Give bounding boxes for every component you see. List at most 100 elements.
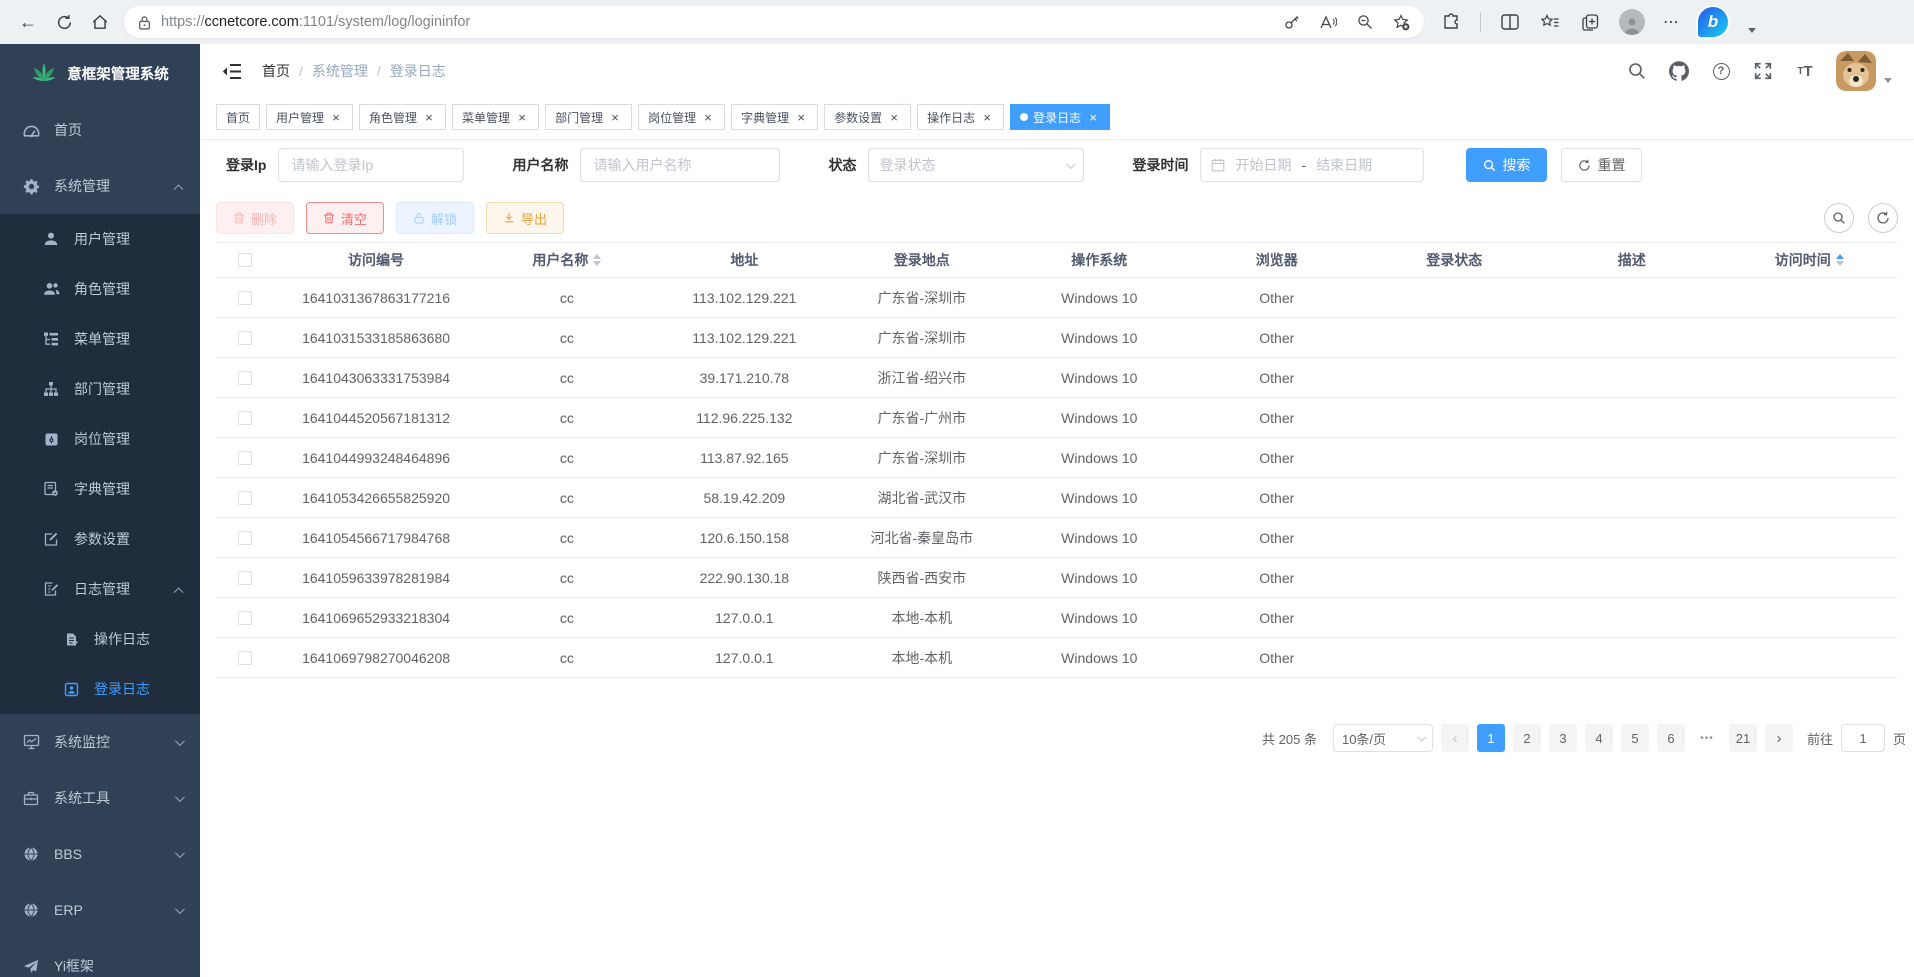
- sidebar-item-user-mgmt[interactable]: 用户管理: [0, 214, 200, 264]
- search-button[interactable]: 搜索: [1466, 148, 1547, 182]
- table-row[interactable]: 1641069798270046208 cc 127.0.0.1 本地-本机 W…: [216, 638, 1898, 678]
- sidebar-item-erp[interactable]: ERP: [0, 882, 200, 938]
- copilot-caret-icon[interactable]: [1748, 28, 1756, 33]
- app-logo[interactable]: 意框架管理系统: [0, 44, 200, 102]
- fullscreen-icon[interactable]: [1752, 60, 1774, 82]
- user-name-input[interactable]: [580, 148, 780, 182]
- sort-carets-icon[interactable]: [1836, 254, 1844, 266]
- refresh-table-button[interactable]: [1868, 203, 1898, 233]
- sidebar-item-post-mgmt[interactable]: 岗位管理: [0, 414, 200, 464]
- sidebar-item-system-tools[interactable]: 系统工具: [0, 770, 200, 826]
- clear-button[interactable]: 清空: [306, 202, 384, 234]
- breadcrumb-home[interactable]: 首页: [262, 61, 290, 81]
- zoom-out-icon[interactable]: [1357, 14, 1373, 30]
- user-avatar[interactable]: [1836, 51, 1876, 91]
- browser-home-button[interactable]: [84, 6, 116, 38]
- tab-user-mgmt[interactable]: 用户管理×: [266, 104, 353, 130]
- favorite-star-icon[interactable]: [1393, 14, 1410, 31]
- page-button-2[interactable]: 2: [1513, 724, 1541, 752]
- lock-icon[interactable]: [138, 15, 151, 30]
- page-button-4[interactable]: 4: [1585, 724, 1613, 752]
- page-size-select[interactable]: 10条/页: [1333, 724, 1433, 752]
- more-pages-icon[interactable]: •••: [1693, 724, 1721, 752]
- sort-carets-icon[interactable]: [593, 254, 601, 266]
- tab-home[interactable]: 首页: [216, 104, 260, 130]
- row-checkbox[interactable]: [238, 371, 252, 385]
- row-checkbox[interactable]: [238, 331, 252, 345]
- sidebar-item-dept-mgmt[interactable]: 部门管理: [0, 364, 200, 414]
- page-button-6[interactable]: 6: [1657, 724, 1685, 752]
- row-checkbox[interactable]: [238, 611, 252, 625]
- row-checkbox[interactable]: [238, 451, 252, 465]
- github-icon[interactable]: [1668, 60, 1690, 82]
- tab-dept-mgmt[interactable]: 部门管理×: [545, 104, 632, 130]
- goto-page-input[interactable]: [1841, 724, 1885, 752]
- table-row[interactable]: 1641053426655825920 cc 58.19.42.209 湖北省-…: [216, 478, 1898, 518]
- close-icon[interactable]: ×: [980, 110, 994, 124]
- row-checkbox[interactable]: [238, 531, 252, 545]
- table-row[interactable]: 1641044520567181312 cc 112.96.225.132 广东…: [216, 398, 1898, 438]
- password-key-icon[interactable]: [1284, 14, 1300, 30]
- close-icon[interactable]: ×: [608, 110, 622, 124]
- page-button-3[interactable]: 3: [1549, 724, 1577, 752]
- close-icon[interactable]: ×: [701, 110, 715, 124]
- browser-settings-more-icon[interactable]: ⋯: [1663, 12, 1680, 32]
- sidebar-item-home[interactable]: 首页: [0, 102, 200, 158]
- row-checkbox[interactable]: [238, 651, 252, 665]
- tab-role-mgmt[interactable]: 角色管理×: [359, 104, 446, 130]
- close-icon[interactable]: ×: [1086, 110, 1100, 124]
- browser-back-button[interactable]: ←: [12, 6, 44, 38]
- table-row[interactable]: 1641044993248464896 cc 113.87.92.165 广东省…: [216, 438, 1898, 478]
- row-checkbox[interactable]: [238, 571, 252, 585]
- sidebar-item-role-mgmt[interactable]: 角色管理: [0, 264, 200, 314]
- table-row[interactable]: 1641031367863177216 cc 113.102.129.221 广…: [216, 278, 1898, 318]
- browser-profile-avatar[interactable]: [1619, 9, 1645, 35]
- sidebar-item-menu-mgmt[interactable]: 菜单管理: [0, 314, 200, 364]
- table-row[interactable]: 1641059633978281984 cc 222.90.130.18 陕西省…: [216, 558, 1898, 598]
- read-aloud-icon[interactable]: [1320, 15, 1337, 30]
- sidebar-item-operation-log[interactable]: 操作日志: [0, 614, 200, 664]
- login-ip-input[interactable]: [278, 148, 464, 182]
- sidebar-item-bbs[interactable]: BBS: [0, 826, 200, 882]
- sidebar-item-log-mgmt[interactable]: 日志管理: [0, 564, 200, 614]
- header-user-name[interactable]: 用户名称: [478, 250, 655, 270]
- tab-menu-mgmt[interactable]: 菜单管理×: [452, 104, 539, 130]
- close-icon[interactable]: ×: [887, 110, 901, 124]
- header-visit-time[interactable]: 访问时间: [1721, 250, 1898, 270]
- select-all-checkbox[interactable]: [238, 253, 252, 267]
- help-icon[interactable]: ?: [1710, 60, 1732, 82]
- table-row[interactable]: 1641043063331753984 cc 39.171.210.78 浙江省…: [216, 358, 1898, 398]
- tab-operation-log[interactable]: 操作日志×: [917, 104, 1004, 130]
- tab-login-log[interactable]: 登录日志×: [1010, 104, 1110, 130]
- row-checkbox[interactable]: [238, 491, 252, 505]
- page-button-last[interactable]: 21: [1729, 724, 1757, 752]
- unlock-button[interactable]: 解锁: [396, 202, 474, 234]
- close-icon[interactable]: ×: [794, 110, 808, 124]
- page-button-1[interactable]: 1: [1477, 724, 1505, 752]
- sidebar-item-yi-framework[interactable]: Yi框架: [0, 938, 200, 977]
- new-tab-copy-icon[interactable]: [1579, 11, 1601, 33]
- tab-dict-mgmt[interactable]: 字典管理×: [731, 104, 818, 130]
- table-row[interactable]: 1641054566717984768 cc 120.6.150.158 河北省…: [216, 518, 1898, 558]
- row-checkbox[interactable]: [238, 291, 252, 305]
- table-row[interactable]: 1641069652933218304 cc 127.0.0.1 本地-本机 W…: [216, 598, 1898, 638]
- date-range-picker[interactable]: 开始日期 - 结束日期: [1200, 148, 1424, 182]
- status-select[interactable]: 登录状态: [868, 148, 1084, 182]
- sidebar-item-system-monitor[interactable]: 系统监控: [0, 714, 200, 770]
- address-bar[interactable]: https://ccnetcore.com:1101/system/log/lo…: [124, 6, 1424, 38]
- browser-refresh-button[interactable]: [48, 6, 80, 38]
- tab-post-mgmt[interactable]: 岗位管理×: [638, 104, 725, 130]
- split-screen-icon[interactable]: [1499, 11, 1521, 33]
- export-button[interactable]: 导出: [486, 202, 564, 234]
- font-size-icon[interactable]: TT: [1794, 60, 1816, 82]
- close-icon[interactable]: ×: [329, 110, 343, 124]
- breadcrumb-section[interactable]: 系统管理: [312, 61, 368, 81]
- copilot-bing-icon[interactable]: b: [1698, 7, 1728, 37]
- sidebar-item-dict-mgmt[interactable]: 字典管理: [0, 464, 200, 514]
- reset-button[interactable]: 重置: [1561, 148, 1642, 182]
- page-button-5[interactable]: 5: [1621, 724, 1649, 752]
- sidebar-item-param-settings[interactable]: 参数设置: [0, 514, 200, 564]
- row-checkbox[interactable]: [238, 411, 252, 425]
- header-search-icon[interactable]: [1626, 60, 1648, 82]
- tab-param-settings[interactable]: 参数设置×: [824, 104, 911, 130]
